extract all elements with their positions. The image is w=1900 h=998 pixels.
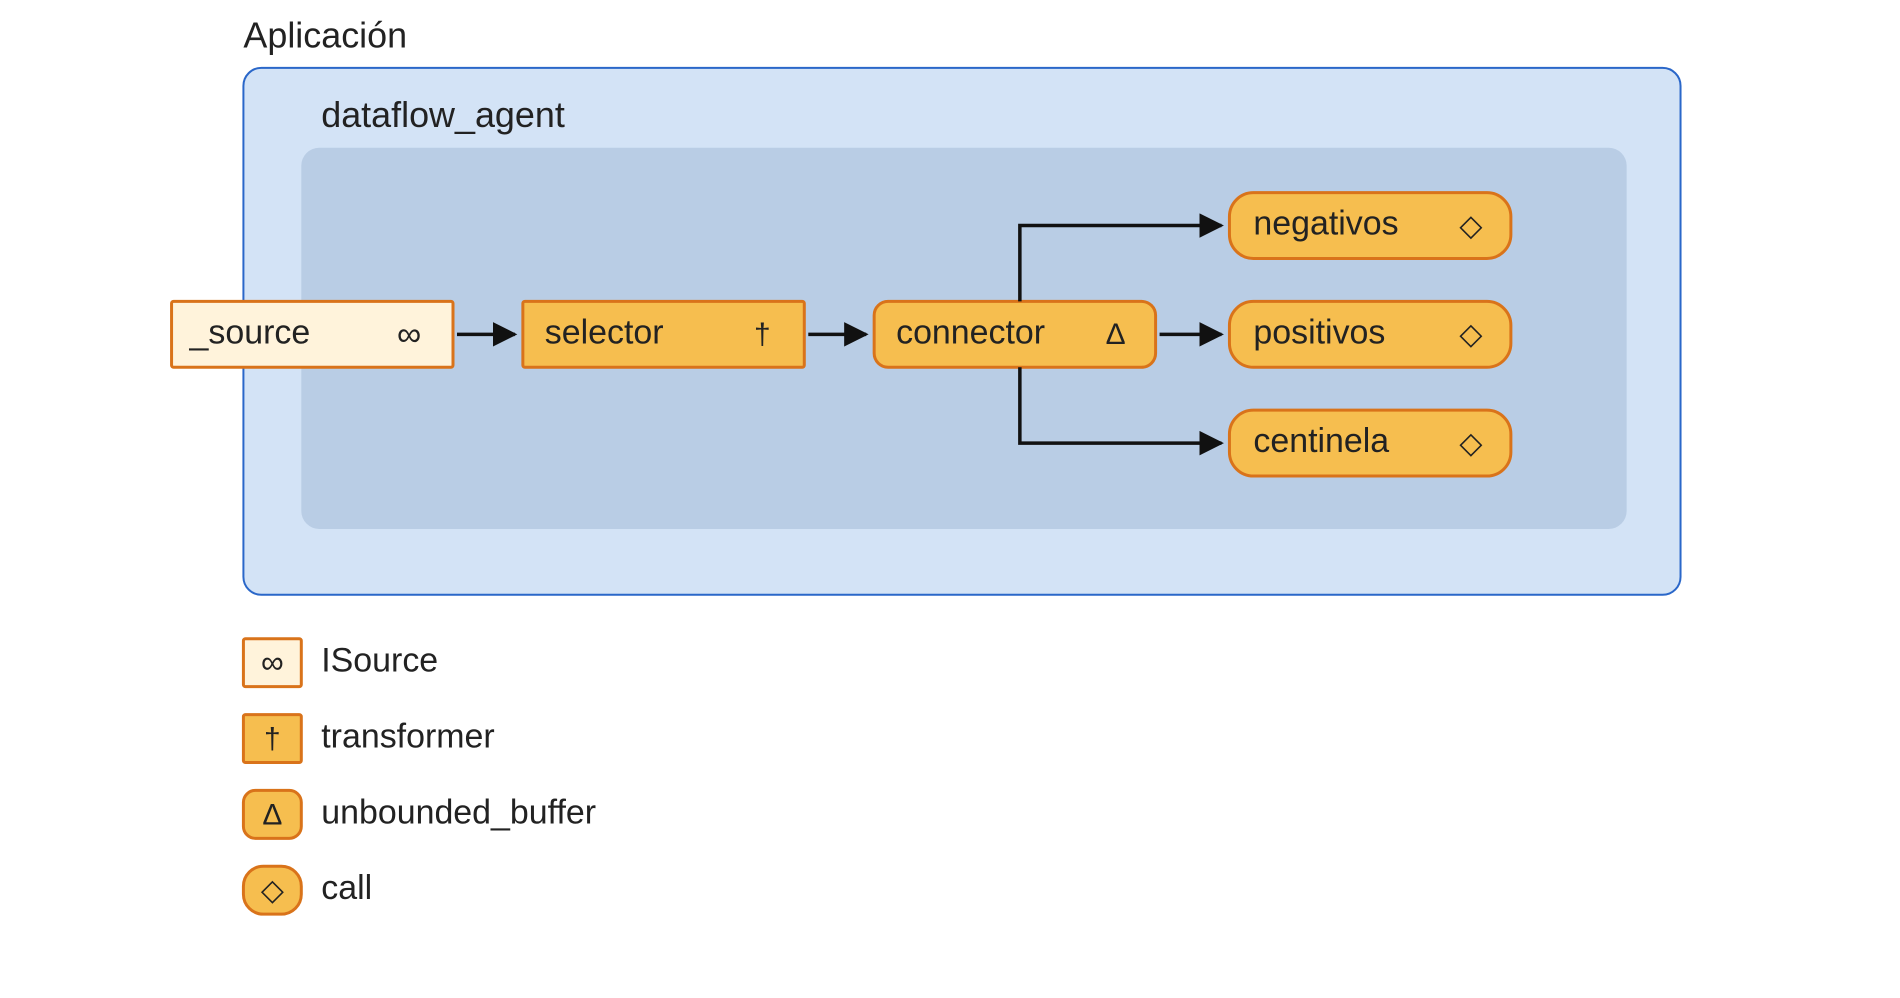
legend-item-isource: ∞ ISource <box>243 639 438 687</box>
dagger-icon: † <box>264 722 281 755</box>
node-source-label: _source <box>189 313 311 351</box>
legend-label-transformer: transformer <box>321 717 494 755</box>
node-connector-label: connector <box>896 313 1045 351</box>
legend-item-call: ◇ call <box>243 866 372 914</box>
legend-item-transformer: † transformer <box>243 715 494 763</box>
dagger-icon: † <box>754 318 771 351</box>
legend-label-isource: ISource <box>321 642 438 680</box>
node-negativos-label: negativos <box>1253 205 1398 243</box>
diagram-canvas: Aplicación dataflow_agent _source ∞ sele… <box>0 0 1900 998</box>
node-positivos: positivos ◇ <box>1229 301 1510 367</box>
diamond-icon: ◇ <box>1459 209 1482 242</box>
agent-title: dataflow_agent <box>321 94 565 135</box>
infinity-icon: ∞ <box>397 315 421 353</box>
legend-item-unbounded-buffer: Δ unbounded_buffer <box>243 790 596 838</box>
diamond-icon: ◇ <box>1459 427 1482 460</box>
legend: ∞ ISource † transformer Δ unbounded_buff… <box>243 639 596 914</box>
node-negativos: negativos ◇ <box>1229 193 1510 259</box>
node-source: _source ∞ <box>172 301 453 367</box>
node-connector: connector Δ <box>874 301 1155 367</box>
diamond-icon: ◇ <box>1459 318 1482 351</box>
app-title: Aplicación <box>243 14 407 55</box>
node-positivos-label: positivos <box>1253 313 1385 351</box>
node-selector: selector † <box>523 301 804 367</box>
node-centinela-label: centinela <box>1253 422 1389 460</box>
legend-label-call: call <box>321 869 372 907</box>
node-centinela: centinela ◇ <box>1229 410 1510 476</box>
legend-label-unbounded-buffer: unbounded_buffer <box>321 793 596 831</box>
delta-icon: Δ <box>1106 318 1126 351</box>
delta-icon: Δ <box>262 798 282 831</box>
node-selector-label: selector <box>545 313 664 351</box>
diamond-icon: ◇ <box>261 874 284 907</box>
infinity-icon: ∞ <box>261 644 284 680</box>
